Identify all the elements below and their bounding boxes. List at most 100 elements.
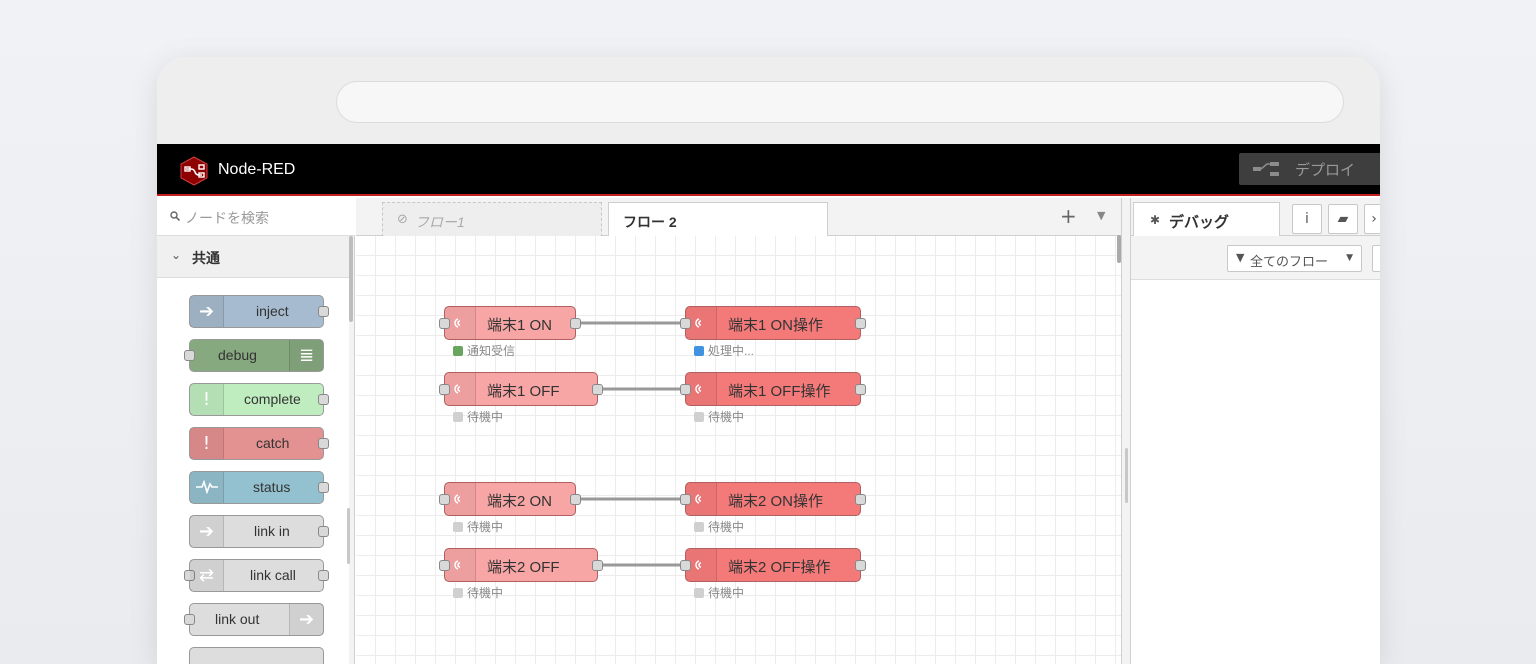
palette-node-link-call[interactable]: ⇄ link call bbox=[184, 559, 329, 592]
palette-node-inject[interactable]: ➔ inject bbox=[189, 295, 329, 328]
palette-node-label: link out bbox=[215, 611, 260, 627]
separator-grip[interactable] bbox=[1125, 448, 1128, 503]
palette-node-label: complete bbox=[244, 391, 301, 407]
output-port[interactable] bbox=[318, 570, 329, 581]
flow-node-label: 端末1 ON bbox=[487, 317, 553, 334]
status-dot bbox=[453, 522, 463, 532]
input-port[interactable] bbox=[680, 318, 691, 329]
node-palette: ノードを検索 ⌄ 共通 ➔ inject debug ≣ ! complete bbox=[157, 198, 355, 664]
output-port[interactable] bbox=[570, 318, 581, 329]
palette-node-debug[interactable]: debug ≣ bbox=[184, 339, 324, 372]
palette-scrollbar-thumb[interactable] bbox=[347, 508, 350, 564]
input-port[interactable] bbox=[680, 384, 691, 395]
flow-node-device2-off-op[interactable]: 端末2 OFF操作 bbox=[680, 548, 866, 582]
palette-category-header[interactable]: ⌄ 共通 bbox=[157, 236, 353, 278]
link-out-icon: ➔ bbox=[289, 604, 323, 635]
input-port[interactable] bbox=[439, 318, 450, 329]
flow-node-device1-off[interactable]: 端末1 OFF bbox=[439, 372, 603, 406]
input-port[interactable] bbox=[680, 560, 691, 571]
input-port[interactable] bbox=[439, 560, 450, 571]
flow-node-label: 端末1 ON操作 bbox=[728, 317, 824, 334]
palette-node-partial[interactable] bbox=[189, 647, 324, 664]
palette-node-catch[interactable]: ! catch bbox=[189, 427, 329, 460]
flow-node-device1-on-op[interactable]: 端末1 ON操作 bbox=[680, 306, 866, 340]
output-port[interactable] bbox=[570, 494, 581, 505]
flow-node-label: 端末1 OFF bbox=[487, 383, 560, 400]
output-port[interactable] bbox=[855, 494, 866, 505]
caret-down-icon: ▼ bbox=[1346, 253, 1353, 263]
filter-label: 全てのフロー bbox=[1250, 254, 1329, 269]
sidebar: ✱ デバッグ i ▰ › ▼ 全てのフロー ▼ bbox=[1131, 198, 1380, 664]
link-call-icon: ⇄ bbox=[190, 560, 224, 591]
search-icon bbox=[170, 211, 180, 221]
status-dot bbox=[453, 412, 463, 422]
status-dot bbox=[694, 588, 704, 598]
palette-node-label: link in bbox=[254, 523, 290, 539]
flow-node-status: 待機中 bbox=[694, 584, 744, 601]
palette-category-label: 共通 bbox=[192, 250, 220, 266]
status-dot bbox=[453, 588, 463, 598]
flow-node-label: 端末2 ON操作 bbox=[728, 493, 824, 510]
flow-node-device2-off[interactable]: 端末2 OFF bbox=[439, 548, 603, 582]
tab-flow-1[interactable]: ⊘ フロー1 bbox=[382, 202, 602, 237]
flow-node-status: 待機中 bbox=[453, 518, 503, 535]
flow-node-label: 端末2 OFF bbox=[487, 559, 560, 576]
output-port[interactable] bbox=[318, 306, 329, 317]
tab-label: フロー 2 bbox=[623, 214, 677, 230]
palette-node-complete[interactable]: ! complete bbox=[189, 383, 329, 416]
tab-flow-2[interactable]: フロー 2 bbox=[608, 202, 828, 237]
input-port[interactable] bbox=[184, 350, 195, 361]
flow-node-device1-on[interactable]: 端末1 ON bbox=[439, 306, 581, 340]
sidebar-separator[interactable] bbox=[1121, 198, 1131, 664]
input-port[interactable] bbox=[184, 614, 195, 625]
flow-node-device1-off-op[interactable]: 端末1 OFF操作 bbox=[680, 372, 866, 406]
node-red-logo-icon bbox=[180, 156, 208, 186]
book-icon[interactable]: ▰ bbox=[1328, 204, 1358, 234]
input-port[interactable] bbox=[439, 494, 450, 505]
info-icon[interactable]: i bbox=[1292, 204, 1322, 234]
output-port[interactable] bbox=[592, 384, 603, 395]
address-bar[interactable] bbox=[336, 81, 1344, 123]
more-tabs-icon[interactable]: › bbox=[1364, 204, 1380, 234]
add-flow-icon[interactable]: + bbox=[1060, 204, 1077, 228]
flow-node-device2-on-op[interactable]: 端末2 ON操作 bbox=[680, 482, 866, 516]
clear-button[interactable] bbox=[1372, 245, 1380, 272]
tab-menu-icon[interactable]: ▼ bbox=[1097, 209, 1105, 222]
filter-flows-button[interactable]: ▼ 全てのフロー ▼ bbox=[1227, 245, 1362, 272]
output-port[interactable] bbox=[855, 318, 866, 329]
output-port[interactable] bbox=[318, 438, 329, 449]
input-port[interactable] bbox=[439, 384, 450, 395]
palette-node-status[interactable]: status bbox=[189, 471, 329, 504]
palette-node-link-in[interactable]: ➔ link in bbox=[189, 515, 329, 548]
input-port[interactable] bbox=[680, 494, 691, 505]
palette-node-link-out[interactable]: link out ➔ bbox=[184, 603, 324, 636]
deploy-icon bbox=[1253, 162, 1279, 176]
pulse-icon bbox=[190, 472, 224, 503]
output-port[interactable] bbox=[855, 384, 866, 395]
workspace-tabs: ⊘ フロー1 フロー 2 + ▼ bbox=[356, 198, 1121, 237]
output-port[interactable] bbox=[592, 560, 603, 571]
chevron-down-icon: ⌄ bbox=[171, 248, 182, 262]
status-dot bbox=[694, 522, 704, 532]
tab-debug[interactable]: ✱ デバッグ bbox=[1133, 202, 1280, 237]
palette-node-label: debug bbox=[218, 347, 257, 363]
bug-icon: ✱ bbox=[1150, 213, 1161, 227]
flow-node-status: 待機中 bbox=[453, 408, 503, 425]
deploy-button[interactable]: デプロイ bbox=[1239, 153, 1380, 185]
palette-search[interactable]: ノードを検索 bbox=[157, 198, 355, 236]
palette-node-label: link call bbox=[250, 567, 296, 583]
output-port[interactable] bbox=[318, 526, 329, 537]
app-title: Node-RED bbox=[218, 161, 296, 178]
flow-canvas[interactable]: 端末1 ON 通知受信 端末1 ON操作 処理中... 端末1 OFF 待機中 … bbox=[356, 236, 1121, 664]
flow-node-device2-on[interactable]: 端末2 ON bbox=[439, 482, 581, 516]
tab-label: フロー1 bbox=[415, 214, 465, 230]
deploy-label: デプロイ bbox=[1295, 162, 1356, 179]
palette-node-label: catch bbox=[256, 435, 290, 451]
browser-window: Node-RED デプロイ ノードを検索 ⌄ 共通 ➔ inject debug… bbox=[157, 57, 1380, 664]
output-port[interactable] bbox=[318, 482, 329, 493]
flow-node-status: 待機中 bbox=[694, 408, 744, 425]
output-port[interactable] bbox=[318, 394, 329, 405]
palette-scrollbar[interactable] bbox=[349, 236, 353, 322]
flow-node-status: 待機中 bbox=[694, 518, 744, 535]
output-port[interactable] bbox=[855, 560, 866, 571]
